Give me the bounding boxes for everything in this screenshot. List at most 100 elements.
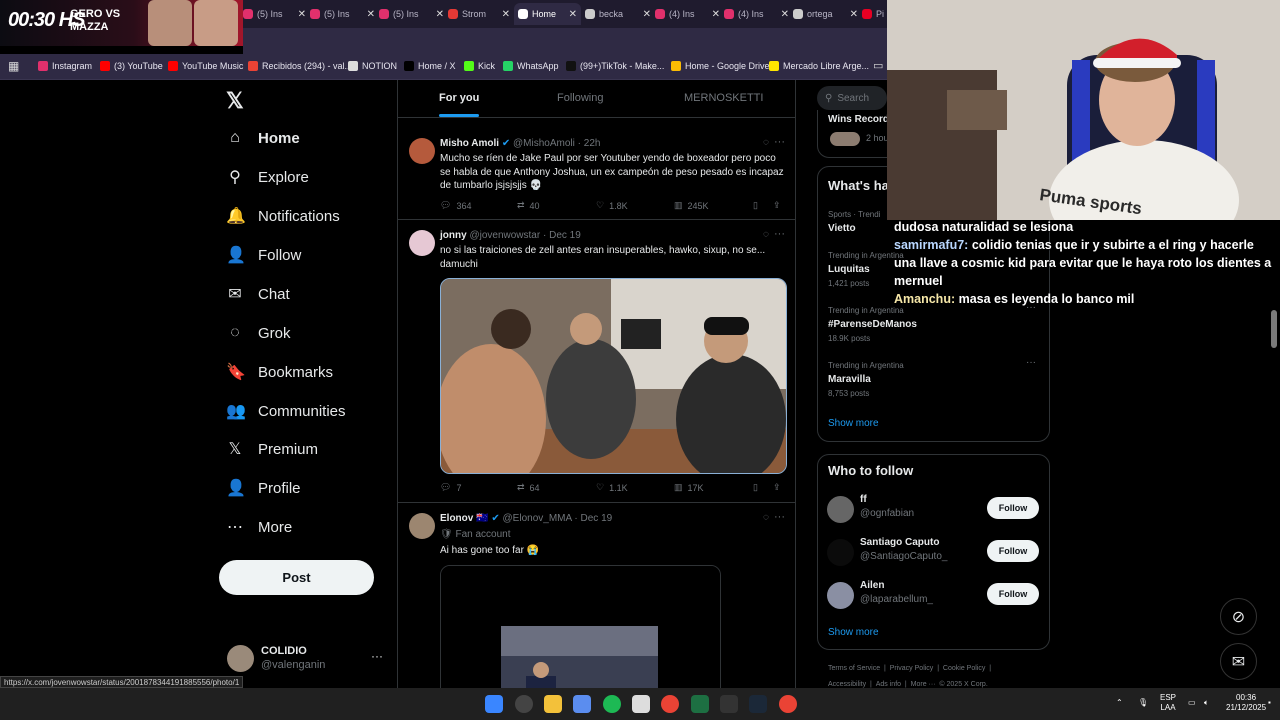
browser-tab[interactable]: Pi: [862, 5, 884, 23]
steam-icon[interactable]: [749, 695, 767, 713]
follow-button[interactable]: Follow: [987, 583, 1039, 605]
close-icon[interactable]: ✕: [712, 9, 720, 20]
repost-button[interactable]: ⇄ 64: [517, 482, 540, 493]
share-button[interactable]: ⇪: [773, 200, 781, 211]
avatar[interactable]: [409, 513, 435, 539]
browser-tab[interactable]: ortega ✕: [793, 5, 858, 23]
browser-tab[interactable]: Strom ✕: [448, 5, 510, 23]
follow-suggestion[interactable]: Santiago Caputo @SantiagoCaputo_ Follow: [827, 537, 1039, 569]
nav-item-explore[interactable]: ⚲ Explore: [226, 164, 309, 190]
close-icon[interactable]: ✕: [367, 9, 375, 20]
more-dots-icon[interactable]: ···: [774, 228, 785, 240]
trend-item[interactable]: Trending in Argentina Luquitas 1,421 posts: [828, 251, 904, 288]
bookmark-item[interactable]: YouTube Music: [168, 61, 243, 71]
copilot-icon[interactable]: [515, 695, 533, 713]
reply-button[interactable]: 💬︎ 7: [440, 482, 461, 493]
close-icon[interactable]: ✕: [298, 9, 306, 20]
trend-item[interactable]: Trending in Argentina #ParenseDeManos 18.9…: [828, 302, 1036, 343]
views-button[interactable]: ▥ 245K: [674, 200, 709, 211]
bookmark-button[interactable]: ▯: [753, 482, 758, 493]
nav-item-home[interactable]: ⌂ Home: [226, 125, 300, 151]
nav-item-premium[interactable]: 𝕏 Premium: [226, 436, 318, 462]
app-icon[interactable]: [720, 695, 738, 713]
browser-tab[interactable]: Home ✕: [514, 3, 581, 25]
close-icon[interactable]: ✕: [643, 9, 651, 20]
tweet[interactable]: jonny @jovenwowstar · Dec 19 ◌ ··· no si…: [398, 222, 795, 503]
bookmark-item[interactable]: Home - Google Drive: [671, 61, 770, 71]
browser-tab[interactable]: (5) Ins ✕: [379, 5, 444, 23]
apps-grid-icon[interactable]: ▦: [8, 59, 19, 73]
like-button[interactable]: ♡ 1.1K: [596, 482, 628, 493]
messages-float-icon[interactable]: ✉: [1220, 643, 1257, 680]
avatar[interactable]: [409, 138, 435, 164]
tab-for-you[interactable]: For you: [439, 92, 480, 117]
reply-button[interactable]: 💬︎ 364: [440, 200, 471, 211]
notification-icon[interactable]: ▪: [1268, 698, 1271, 708]
tweet[interactable]: Elonov 🇦🇺 ✔ @Elonov_MMA · Dec 19 ◌ ··· 🛡…: [398, 505, 795, 688]
browser-tab[interactable]: becka ✕: [585, 5, 651, 23]
tray-chevron-icon[interactable]: ⌃: [1116, 698, 1123, 708]
chrome-icon[interactable]: [661, 695, 679, 713]
account-switcher[interactable]: COLIDIO @valenganin ···: [227, 645, 387, 675]
grok-icon[interactable]: ◌: [763, 512, 769, 523]
views-button[interactable]: ▥ 17K: [674, 482, 704, 493]
nav-item-chat[interactable]: ✉ Chat: [226, 281, 289, 307]
follow-suggestion[interactable]: Ailen @laparabellum_ Follow: [827, 580, 1039, 612]
nav-item-profile[interactable]: 👤 Profile: [226, 475, 301, 501]
nav-item-notifications[interactable]: 🔔 Notifications: [226, 203, 340, 229]
browser-tab[interactable]: (4) Ins ✕: [724, 5, 789, 23]
bookmark-item[interactable]: NOTION: [348, 61, 397, 71]
bookmark-button[interactable]: ▯: [753, 200, 758, 211]
close-icon[interactable]: ✕: [502, 9, 510, 20]
close-icon[interactable]: ✕: [436, 9, 444, 20]
nav-item-follow[interactable]: 👤 Follow: [226, 242, 301, 268]
browser-tab[interactable]: (5) Ins ✕: [310, 5, 375, 23]
bookmark-item[interactable]: Home / X: [404, 61, 456, 71]
browser-tab[interactable]: (4) Ins ✕: [655, 5, 720, 23]
follow-button[interactable]: Follow: [987, 497, 1039, 519]
tweet-photo[interactable]: [440, 278, 787, 474]
follow-button[interactable]: Follow: [987, 540, 1039, 562]
nav-item-more[interactable]: ⋯ More: [226, 514, 292, 540]
follow-suggestion[interactable]: ff @ognfabian Follow: [827, 494, 1039, 526]
scrollbar[interactable]: [1271, 310, 1277, 348]
tab-following[interactable]: Following: [557, 92, 603, 104]
bookmark-item[interactable]: (3) YouTube: [100, 61, 163, 71]
chrome-active-icon[interactable]: [779, 695, 797, 713]
language-indicator[interactable]: ESP LAA: [1160, 693, 1176, 713]
excel-icon[interactable]: [691, 695, 709, 713]
more-dots-icon[interactable]: ···: [371, 649, 383, 663]
repost-button[interactable]: ⇄ 40: [517, 200, 540, 211]
bookmark-item[interactable]: Recibidos (294) - val...: [248, 61, 352, 71]
bookmark-item[interactable]: (99+)TikTok - Make...: [566, 61, 664, 71]
network-icon[interactable]: ▭: [1188, 698, 1196, 708]
share-button[interactable]: ⇪: [773, 482, 781, 493]
store-icon[interactable]: [573, 695, 591, 713]
grok-icon[interactable]: ◌: [763, 137, 769, 148]
nav-item-grok[interactable]: ◌ Grok: [226, 320, 290, 346]
browser-tab[interactable]: (5) Ins ✕: [243, 5, 306, 23]
bookmark-item[interactable]: Kick: [464, 61, 495, 71]
file-explorer-icon[interactable]: [544, 695, 562, 713]
close-icon[interactable]: ✕: [850, 9, 858, 20]
show-more-link[interactable]: Show more: [828, 418, 879, 429]
trend-item[interactable]: Trending in Argentina Maravilla 8,753 post…: [828, 357, 1036, 398]
show-more-link[interactable]: Show more: [828, 627, 879, 638]
clock[interactable]: 00:36 21/12/2025: [1226, 693, 1266, 713]
nav-item-bookmarks[interactable]: 🔖 Bookmarks: [226, 359, 333, 385]
more-dots-icon[interactable]: ···: [774, 511, 785, 523]
spotify-icon[interactable]: [603, 695, 621, 713]
volume-icon[interactable]: 🔈︎: [1204, 698, 1209, 708]
close-icon[interactable]: ✕: [781, 9, 789, 20]
close-icon[interactable]: ✕: [569, 9, 577, 20]
grok-float-icon[interactable]: ⊘: [1220, 598, 1257, 635]
trend-item[interactable]: Sports · Trendi Vietto: [828, 210, 880, 238]
folder-icon[interactable]: ▭: [873, 59, 883, 72]
tab-mernosketti[interactable]: MERNOSKETTI: [684, 92, 763, 104]
windows-start-icon[interactable]: [485, 695, 503, 713]
bookmark-item[interactable]: WhatsApp: [503, 61, 559, 71]
x-logo-icon[interactable]: 𝕏: [226, 88, 244, 114]
bookmark-item[interactable]: Mercado Libre Arge...: [769, 61, 869, 71]
like-button[interactable]: ♡ 1.8K: [596, 200, 628, 211]
tweet-video[interactable]: [440, 565, 721, 688]
